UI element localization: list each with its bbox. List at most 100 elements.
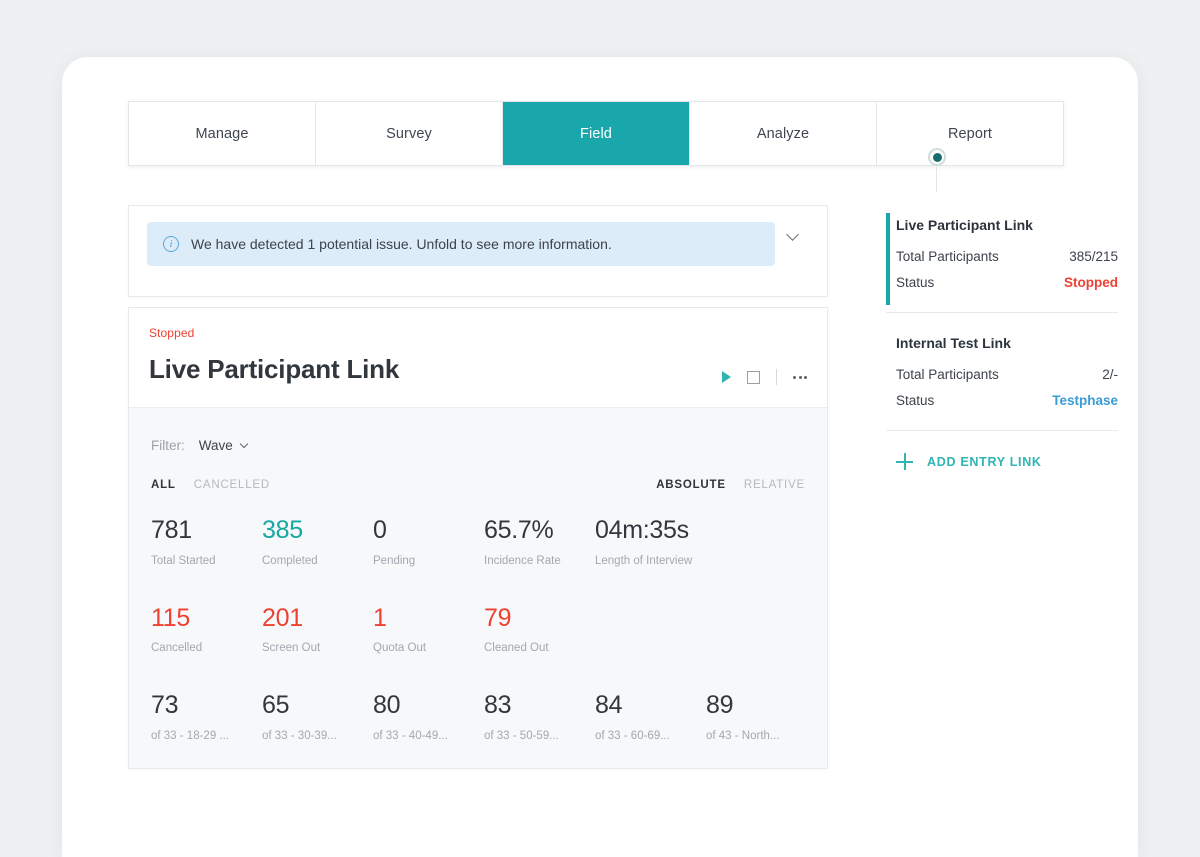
sidebar-row-label: Total Participants	[896, 249, 999, 264]
tab-label: Field	[580, 126, 612, 142]
tab-report[interactable]: Report	[877, 102, 1063, 165]
tab-relative[interactable]: RELATIVE	[744, 479, 805, 491]
filter-dropdown[interactable]: Wave	[199, 438, 247, 453]
filter-label: Filter:	[151, 438, 185, 453]
divider	[776, 369, 777, 385]
more-options-icon[interactable]	[793, 376, 807, 379]
content-area: i We have detected 1 potential issue. Un…	[128, 205, 1118, 769]
stat-label: of 33 - 50-59...	[484, 730, 595, 742]
info-icon: i	[163, 236, 179, 252]
progress-dot-icon	[928, 148, 946, 166]
issue-banner[interactable]: i We have detected 1 potential issue. Un…	[147, 222, 775, 266]
status-badge: Stopped	[149, 326, 803, 340]
tab-label: Analyze	[757, 126, 809, 142]
play-icon[interactable]	[722, 371, 731, 383]
tab-manage[interactable]: Manage	[129, 102, 316, 165]
sidebar-block-title: Internal Test Link	[896, 335, 1118, 351]
add-entry-link-label: ADD ENTRY LINK	[927, 455, 1042, 469]
progress-stem	[936, 166, 937, 192]
negative-stats-row: 115 Cancelled 201 Screen Out 1 Quota Out	[151, 605, 805, 655]
issue-banner-text: We have detected 1 potential issue. Unfo…	[191, 236, 612, 252]
status-badge: Stopped	[1064, 275, 1118, 290]
notification-card: i We have detected 1 potential issue. Un…	[128, 205, 828, 297]
stat-value: 385	[262, 517, 373, 545]
stat-completed: 385 Completed	[262, 517, 373, 567]
sidebar-row-total-participants: Total Participants 385/215	[896, 249, 1118, 264]
stat-label: Total Started	[151, 555, 262, 567]
segment-controls: ALL CANCELLED ABSOLUTE RELATIVE	[151, 479, 805, 491]
stat-label: Pending	[373, 555, 484, 567]
stat-quota-5: 84 of 33 - 60-69...	[595, 692, 706, 742]
stat-quota-1: 73 of 33 - 18-29 ...	[151, 692, 262, 742]
stat-value: 115	[151, 605, 262, 633]
page-title: Live Participant Link	[149, 354, 803, 385]
tab-label: Report	[948, 126, 992, 142]
stat-value: 84	[595, 692, 706, 720]
stat-value: 79	[484, 605, 595, 633]
stat-quota-2: 65 of 33 - 30-39...	[262, 692, 373, 742]
stat-value: 65.7%	[484, 517, 595, 545]
stat-length-of-interview: 04m:35s Length of Interview	[595, 517, 706, 567]
tab-absolute[interactable]: ABSOLUTE	[656, 479, 726, 491]
stat-quota-out: 1 Quota Out	[373, 605, 484, 655]
statistics-panel: Filter: Wave ALL CANCELLED ABSOLUTE	[129, 408, 827, 768]
stat-label: of 33 - 40-49...	[373, 730, 484, 742]
record-filter-tabs: ALL CANCELLED	[151, 479, 270, 491]
stat-label: Completed	[262, 555, 373, 567]
quota-stats-row: 73 of 33 - 18-29 ... 65 of 33 - 30-39...…	[151, 692, 805, 742]
tab-label: Survey	[386, 126, 432, 142]
left-column: i We have detected 1 potential issue. Un…	[128, 205, 828, 769]
stat-label: of 33 - 30-39...	[262, 730, 373, 742]
stat-value: 65	[262, 692, 373, 720]
app-window: Manage Survey Field Analyze Report i We …	[62, 57, 1138, 857]
stat-value: 04m:35s	[595, 517, 706, 545]
sidebar-row-total-participants: Total Participants 2/-	[896, 367, 1118, 382]
stat-cancelled: 115 Cancelled	[151, 605, 262, 655]
sidebar-row-label: Total Participants	[896, 367, 999, 382]
sidebar-block-internal-test-link[interactable]: Internal Test Link Total Participants 2/…	[886, 313, 1118, 431]
sidebar-row-value: 2/-	[1102, 367, 1118, 382]
link-card-header: Stopped Live Participant Link	[129, 308, 827, 408]
stat-label: of 33 - 18-29 ...	[151, 730, 262, 742]
value-mode-tabs: ABSOLUTE RELATIVE	[656, 479, 805, 491]
stat-label: of 43 - North...	[706, 730, 817, 742]
filter-row: Filter: Wave	[151, 438, 805, 453]
stat-label: Incidence Rate	[484, 555, 595, 567]
tab-all[interactable]: ALL	[151, 479, 176, 491]
chevron-down-icon[interactable]	[775, 222, 809, 239]
main-tab-bar: Manage Survey Field Analyze Report	[128, 101, 1064, 166]
sidebar-row-label: Status	[896, 275, 934, 290]
plus-icon	[896, 453, 913, 470]
link-card-actions	[722, 369, 807, 385]
sidebar-row-status: Status Stopped	[896, 275, 1118, 290]
sidebar-row-label: Status	[896, 393, 934, 408]
stat-label: Length of Interview	[595, 555, 706, 567]
entry-links-sidebar: Live Participant Link Total Participants…	[886, 205, 1118, 470]
stat-total-started: 781 Total Started	[151, 517, 262, 567]
sidebar-block-live-participant-link[interactable]: Live Participant Link Total Participants…	[886, 211, 1118, 313]
sidebar-block-title: Live Participant Link	[896, 217, 1118, 233]
stat-label: Cleaned Out	[484, 642, 595, 654]
tab-cancelled[interactable]: CANCELLED	[194, 479, 270, 491]
stat-value: 89	[706, 692, 817, 720]
sidebar-row-status: Status Testphase	[896, 393, 1118, 408]
stat-value: 1	[373, 605, 484, 633]
stat-value: 0	[373, 517, 484, 545]
stat-quota-4: 83 of 33 - 50-59...	[484, 692, 595, 742]
stop-icon[interactable]	[747, 371, 760, 384]
tab-label: Manage	[196, 126, 249, 142]
tab-analyze[interactable]: Analyze	[690, 102, 877, 165]
stat-label: Screen Out	[262, 642, 373, 654]
tab-survey[interactable]: Survey	[316, 102, 503, 165]
stat-incidence-rate: 65.7% Incidence Rate	[484, 517, 595, 567]
stat-label: Quota Out	[373, 642, 484, 654]
stat-value: 83	[484, 692, 595, 720]
tab-field[interactable]: Field	[503, 102, 690, 165]
stat-label: Cancelled	[151, 642, 262, 654]
stat-quota-3: 80 of 33 - 40-49...	[373, 692, 484, 742]
stat-value: 73	[151, 692, 262, 720]
live-participant-link-card: Stopped Live Participant Link Filter: Wa…	[128, 307, 828, 769]
filter-dropdown-value: Wave	[199, 438, 233, 453]
stat-value: 781	[151, 517, 262, 545]
add-entry-link-button[interactable]: ADD ENTRY LINK	[886, 453, 1118, 470]
